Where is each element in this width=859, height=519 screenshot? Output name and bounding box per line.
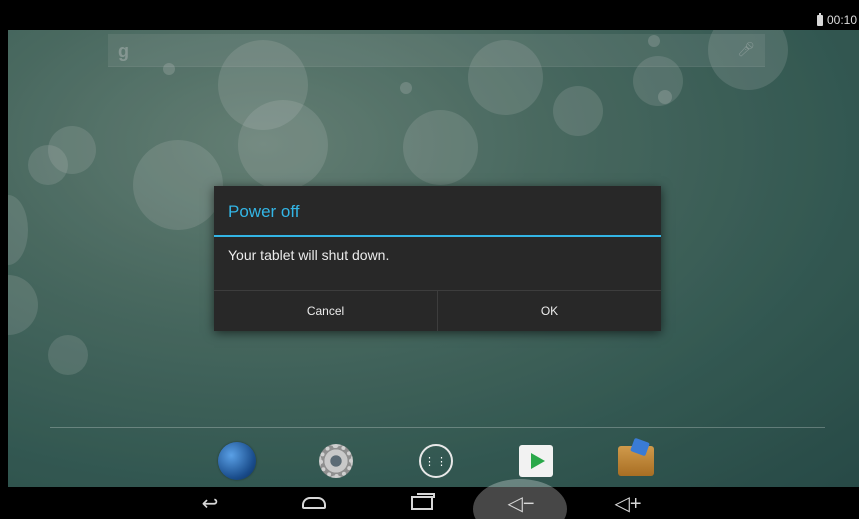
app-dock: ⋮⋮ [8,438,859,484]
dock-divider [50,427,825,428]
dialog-title: Power off [214,186,661,237]
volume-down-icon: ◁− [507,492,535,515]
back-button[interactable]: ↩︎ [180,487,240,519]
settings-gear-icon [319,444,353,478]
browser-globe-icon [218,442,256,480]
status-clock: 00:10 [826,13,857,27]
power-off-dialog: Power off Your tablet will shut down. Ca… [214,186,661,331]
status-area: 00:10 [816,12,857,27]
play-store-app[interactable] [514,440,558,482]
recents-icon [411,493,435,510]
file-manager-icon [618,446,654,476]
volume-up-button[interactable]: ◁+ [598,487,658,519]
dialog-button-bar: Cancel OK [214,290,661,331]
navigation-bar: ↩︎ ◁− ◁+ [8,479,859,519]
play-store-icon [519,445,553,477]
back-icon: ↩︎ [201,492,219,515]
recents-button[interactable] [392,487,452,519]
dialog-message: Your tablet will shut down. [228,247,390,263]
home-button[interactable] [284,487,344,519]
browser-app[interactable] [215,440,259,482]
volume-down-button[interactable]: ◁− [491,487,551,519]
app-drawer-icon: ⋮⋮ [419,444,453,478]
android-screen: 00:10 g 🎤︎ Power off Your tablet will sh… [8,10,859,519]
ok-button[interactable]: OK [438,291,661,331]
cancel-button[interactable]: Cancel [214,291,437,331]
file-manager-app[interactable] [614,440,658,482]
status-bar: 00:10 [8,10,859,30]
home-icon [302,497,326,509]
settings-app[interactable] [314,440,358,482]
volume-up-icon: ◁+ [614,492,642,515]
app-drawer-button[interactable]: ⋮⋮ [414,440,458,482]
battery-icon [816,12,823,26]
